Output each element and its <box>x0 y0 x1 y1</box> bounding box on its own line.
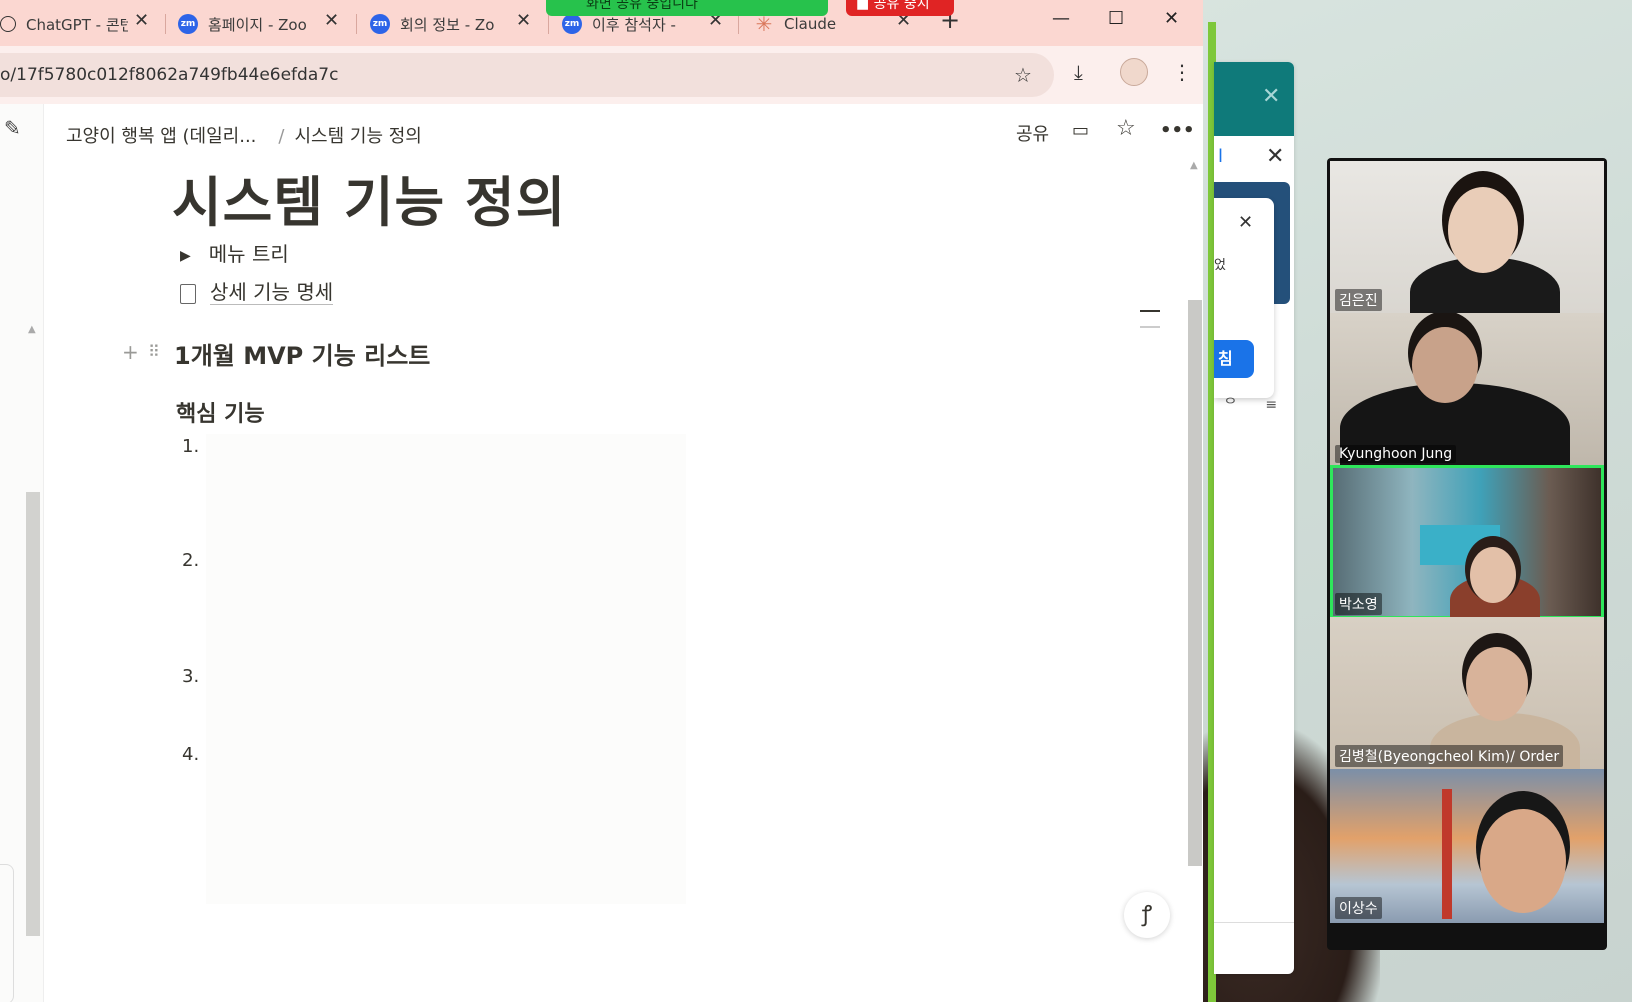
zoom-icon: zm <box>370 14 390 34</box>
tab-label: ChatGPT - 콘텐 <box>26 15 128 34</box>
toggle-triangle-icon[interactable]: ▶ <box>180 248 191 264</box>
browser-toolbar: o/17f5780c012f8062a749fb44e6efda7c ☆ ⤓ ⋮ <box>0 46 1203 104</box>
chevron-up-icon[interactable]: ▲ <box>1190 160 1198 171</box>
tab-separator <box>738 14 739 34</box>
profile-avatar[interactable] <box>1120 58 1148 86</box>
participant-face <box>1466 647 1528 721</box>
screen-share-banner[interactable]: 화면 공유 중입니다 <box>546 0 828 16</box>
close-icon[interactable]: ✕ <box>1238 212 1253 233</box>
chatgpt-icon <box>0 16 16 32</box>
participant-face <box>1412 327 1478 403</box>
filter-icon[interactable]: ᄋ ≡ <box>1224 394 1289 414</box>
breadcrumb-item-current[interactable]: 시스템 기능 정의 <box>294 126 421 147</box>
close-icon[interactable]: ✕ <box>516 10 531 31</box>
participant-tile[interactable]: 김병철(Byeongcheol Kim)/ Order <box>1330 617 1604 771</box>
close-icon[interactable]: ✕ <box>324 10 339 31</box>
tab-label: 홈페이지 - Zoo <box>208 15 307 34</box>
participant-name: 김은진 <box>1335 289 1382 311</box>
tab-separator <box>165 14 166 34</box>
list-number: 3. <box>182 666 200 687</box>
tab-zoom-home[interactable]: zm 홈페이지 - Zoo <box>178 8 313 40</box>
participant-name: 박소영 <box>1335 593 1382 615</box>
participant-name: 이상수 <box>1335 897 1382 919</box>
tab-zoom-meeting[interactable]: zm 회의 정보 - Zo <box>370 8 505 40</box>
zoom-icon: zm <box>562 14 582 34</box>
zoom-icon: zm <box>178 14 198 34</box>
numbered-list-content[interactable] <box>206 434 686 904</box>
participant-face <box>1480 809 1566 913</box>
browser-window: ChatGPT - 콘텐 ✕ zm 홈페이지 - Zoo ✕ zm 회의 정보 … <box>0 0 1203 1002</box>
comments-icon[interactable]: ▭ <box>1072 120 1089 141</box>
bridge-tower <box>1442 789 1452 919</box>
url-text: o/17f5780c012f8062a749fb44e6efda7c <box>0 65 339 85</box>
participant-name: Kyunghoon Jung <box>1335 445 1457 463</box>
add-block-icon[interactable]: + <box>122 340 139 364</box>
sidebar-panel-edge <box>0 864 14 1002</box>
favorite-star-icon[interactable]: ☆ <box>1116 116 1136 141</box>
download-icon[interactable]: ⤓ <box>1074 60 1083 84</box>
participant-face <box>1470 547 1516 603</box>
address-bar[interactable]: o/17f5780c012f8062a749fb44e6efda7c ☆ <box>0 53 1054 97</box>
tab-separator <box>356 14 357 34</box>
notion-page: ✎ ▲ 고양이 행복 앱 (데일리... / 시스템 기능 정의 공유 ▭ ☆ ••… <box>0 104 1203 1002</box>
share-button[interactable]: 공유 <box>1016 120 1049 146</box>
list-number: 2. <box>182 550 200 571</box>
maximize-button[interactable]: ☐ <box>1108 8 1124 29</box>
page-title[interactable]: 시스템 기능 정의 <box>172 158 566 237</box>
toggle-label: 메뉴 트리 <box>208 242 289 266</box>
minimize-button[interactable]: — <box>1052 8 1070 29</box>
stop-share-button[interactable]: ■ 공유 중지 <box>846 0 954 16</box>
heading-mvp-list[interactable]: 1개월 MVP 기능 리스트 <box>174 336 430 371</box>
participant-name: 김병철(Byeongcheol Kim)/ Order <box>1335 745 1564 767</box>
toggle-block[interactable]: ▶ 메뉴 트리 <box>180 238 289 267</box>
drag-handle-icon[interactable]: ⠿ <box>148 342 160 361</box>
participant-tile[interactable]: Kyunghoon Jung <box>1330 313 1604 467</box>
tab-label: Claude <box>784 15 837 33</box>
zoom-panel-header: ✕ <box>1214 62 1294 136</box>
heading-core-features[interactable]: 핵심 기능 <box>176 396 265 428</box>
divider <box>1214 922 1294 923</box>
window-close-button[interactable]: ✕ <box>1164 8 1179 29</box>
close-icon[interactable]: ✕ <box>1266 144 1284 169</box>
more-options-icon[interactable]: ••• <box>1160 120 1195 141</box>
chevron-up-icon[interactable]: ▲ <box>28 324 36 335</box>
document-icon <box>180 283 196 304</box>
subpage-link[interactable]: 상세 기능 명세 <box>180 276 334 305</box>
info-icon: l <box>1218 146 1224 167</box>
participant-tile[interactable]: 김은진 <box>1330 161 1604 315</box>
popup-action-button[interactable]: 침 <box>1214 340 1254 378</box>
popup-text: 었 <box>1214 258 1226 273</box>
new-page-icon[interactable]: ✎ <box>4 116 21 140</box>
list-number: 1. <box>182 436 200 457</box>
bookmark-star-icon[interactable]: ☆ <box>1014 63 1032 87</box>
tab-label: 이후 참석자 - <box>592 15 676 34</box>
breadcrumb: 고양이 행복 앱 (데일리... / 시스템 기능 정의 <box>66 122 422 148</box>
sidebar-scrollbar[interactable] <box>26 492 40 936</box>
breadcrumb-item-parent[interactable]: 고양이 행복 앱 (데일리... <box>66 126 256 147</box>
participant-tile-active[interactable]: 박소영 <box>1330 465 1604 619</box>
tab-separator <box>548 14 549 34</box>
participant-tile[interactable]: 이상수 <box>1330 769 1604 923</box>
ai-assistant-icon[interactable]: ꝭ <box>1124 892 1170 938</box>
close-icon[interactable]: ✕ <box>134 10 149 31</box>
sidebar-collapsed: ✎ ▲ <box>0 104 44 1002</box>
participant-gallery: 김은진 Kyunghoon Jung 박소영 김병철(Byeongcheol K… <box>1327 158 1607 950</box>
participant-face <box>1448 187 1518 273</box>
zoom-side-panel: ✕ l ✕ ✕ 었 침 ᄋ ≡ <box>1214 62 1294 974</box>
close-icon[interactable]: ✕ <box>1262 84 1280 109</box>
tab-label: 회의 정보 - Zo <box>400 15 495 34</box>
breadcrumb-separator: / <box>278 126 285 147</box>
more-menu-icon[interactable]: ⋮ <box>1172 60 1192 84</box>
page-scrollbar[interactable] <box>1188 300 1202 866</box>
subpage-label: 상세 기능 명세 <box>210 280 334 305</box>
tab-chatgpt[interactable]: ChatGPT - 콘텐 <box>0 8 128 40</box>
table-of-contents-indicator[interactable] <box>1140 310 1160 342</box>
list-number: 4. <box>182 744 200 765</box>
claude-icon: ✳ <box>755 12 773 36</box>
